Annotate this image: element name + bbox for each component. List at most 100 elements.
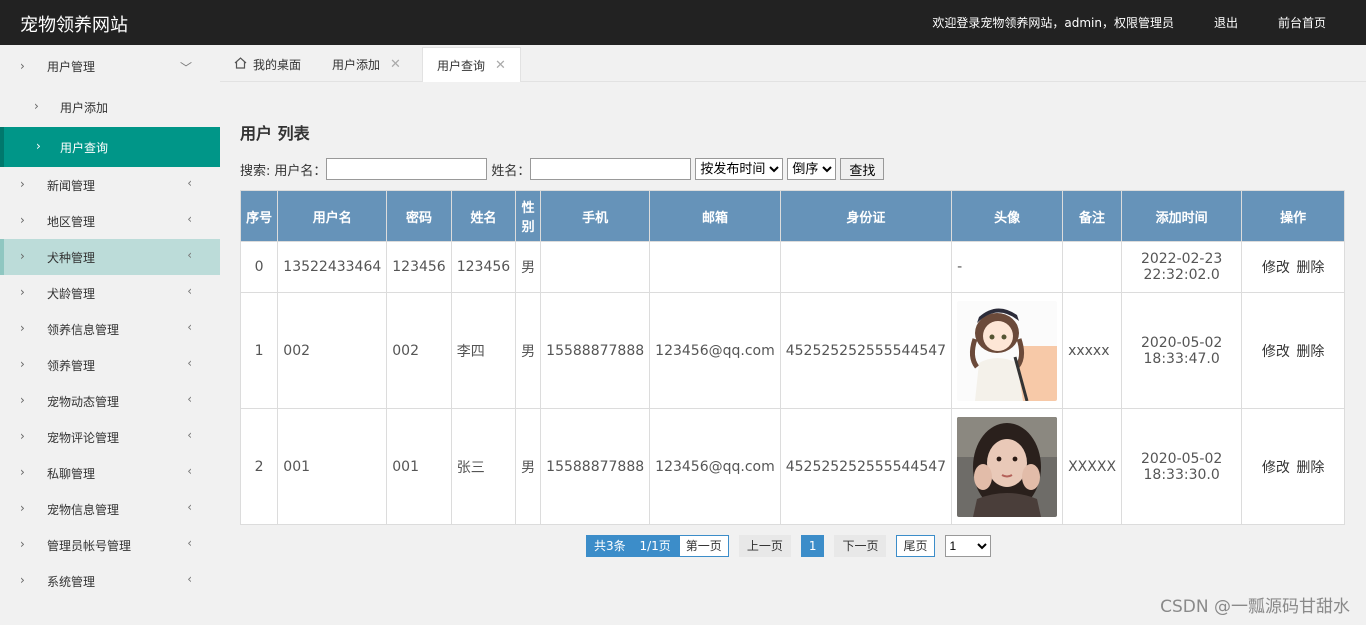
col-avatar: 头像: [951, 190, 1064, 242]
frontend-home-link[interactable]: 前台首页: [1278, 14, 1326, 31]
chevron-right-icon: ›: [20, 393, 25, 407]
current-page-button[interactable]: 1: [800, 535, 825, 557]
cell-email: [649, 241, 781, 293]
chevron-right-icon: ›: [20, 213, 25, 227]
sidebar-item-label: 管理员帐号管理: [47, 538, 132, 553]
cell-phone: 15588877888: [540, 292, 651, 409]
tab-user-add[interactable]: 用户添加 ✕: [332, 47, 401, 82]
cell-email: 123456@qq.com: [649, 292, 781, 409]
time-clock: 22:32:02.0: [1143, 267, 1220, 283]
sidebar-item-adoption[interactable]: › 领养管理 ‹: [0, 347, 220, 383]
delete-link[interactable]: 删除: [1296, 260, 1324, 276]
chevron-right-icon: ›: [20, 429, 25, 443]
sidebar-item-news[interactable]: › 新闻管理 ‹: [0, 167, 220, 203]
chevron-left-icon: ‹: [187, 212, 192, 226]
sidebar-item-label: 私聊管理: [47, 466, 96, 481]
find-button[interactable]: 查找: [840, 158, 885, 180]
sidebar-item-dog-age[interactable]: › 犬龄管理 ‹: [0, 275, 220, 311]
cell-actions: 修改 删除: [1241, 292, 1345, 409]
sidebar-item-label: 宠物信息管理: [47, 502, 120, 517]
cell-time: 2022-02-23 22:32:02.0: [1121, 241, 1243, 293]
cell-phone: [540, 241, 651, 293]
cell-index: 0: [239, 241, 279, 293]
chevron-right-icon: ›: [20, 177, 25, 191]
name-input[interactable]: [530, 158, 692, 180]
cell-username: 001: [277, 408, 388, 525]
site-logo: 宠物领养网站: [20, 15, 128, 36]
page-select[interactable]: 1: [944, 535, 991, 557]
cell-idcard: 452525252555544547: [779, 292, 953, 409]
time-clock: 18:33:47.0: [1143, 350, 1220, 367]
sidebar-item-user-query[interactable]: › 用户查询: [0, 127, 220, 167]
sidebar-item-admin-account[interactable]: › 管理员帐号管理 ‹: [0, 527, 220, 563]
avatar-image: [957, 300, 1058, 401]
sidebar-item-label: 领养管理: [47, 358, 96, 373]
first-page-button[interactable]: 第一页: [678, 535, 729, 557]
sort-field-select[interactable]: 按发布时间: [695, 158, 784, 180]
sidebar-item-user-add[interactable]: › 用户添加: [0, 87, 220, 127]
pager-total: 共3条 1/1页: [586, 535, 679, 557]
time-date: 2020-05-02: [1140, 334, 1223, 351]
edit-link[interactable]: 修改: [1262, 260, 1290, 276]
table-row: 0 13522433464 123456 123456 男 - 2022-02-…: [239, 241, 1345, 293]
cell-username: 002: [277, 292, 388, 409]
sidebar-item-label: 宠物动态管理: [47, 394, 120, 409]
edit-link[interactable]: 修改: [1262, 344, 1290, 360]
table-row: 2 001 001 张三 男 15588877888 123456@qq.com…: [239, 408, 1345, 525]
last-page-button[interactable]: 尾页: [896, 535, 935, 557]
cell-name: 123456: [450, 241, 517, 293]
cell-index: 1: [239, 292, 279, 409]
edit-link[interactable]: 修改: [1262, 460, 1290, 476]
sidebar-item-pet-dynamics[interactable]: › 宠物动态管理 ‹: [0, 383, 220, 419]
sidebar-item-adoption-info[interactable]: › 领养信息管理 ‹: [0, 311, 220, 347]
time-date: 2020-05-02: [1140, 450, 1223, 467]
cell-gender: 男: [515, 241, 542, 293]
next-page-button[interactable]: 下一页: [834, 535, 887, 557]
cell-remark: XXXXX: [1062, 408, 1123, 525]
chevron-left-icon: ‹: [187, 572, 192, 586]
delete-link[interactable]: 删除: [1296, 460, 1324, 476]
sidebar-item-user-management[interactable]: › 用户管理 ﹀: [0, 45, 220, 87]
logout-link[interactable]: 退出: [1214, 14, 1238, 31]
chevron-right-icon: ›: [34, 99, 39, 113]
cell-avatar: -: [951, 241, 1064, 293]
sort-order-select[interactable]: 倒序: [787, 158, 837, 180]
table-header-row: 序号 用户名 密码 姓名 性别 手机 邮箱 身份证 头像 备注 添加时间 操作: [239, 190, 1345, 242]
close-icon[interactable]: ✕: [390, 57, 401, 72]
avatar-image: [957, 416, 1058, 517]
delete-link[interactable]: 删除: [1296, 344, 1324, 360]
cell-remark: xxxxx: [1062, 292, 1123, 409]
sidebar: › 用户管理 ﹀ › 用户添加 › 用户查询 › 新闻管理 ‹ › 地区管理 ‹…: [0, 45, 220, 625]
chevron-right-icon: ›: [20, 501, 25, 515]
col-time: 添加时间: [1121, 190, 1243, 242]
chevron-right-icon: ›: [20, 285, 25, 299]
col-index: 序号: [239, 190, 279, 242]
close-icon[interactable]: ✕: [495, 58, 506, 73]
tab-my-desktop[interactable]: 我的桌面: [234, 47, 301, 82]
col-name: 姓名: [450, 190, 517, 242]
user-table: 序号 用户名 密码 姓名 性别 手机 邮箱 身份证 头像 备注 添加时间 操作 …: [239, 190, 1345, 525]
sidebar-item-label: 领养信息管理: [47, 322, 120, 337]
time-date: 2022-02-23: [1140, 251, 1223, 267]
sidebar-item-pet-info[interactable]: › 宠物信息管理 ‹: [0, 491, 220, 527]
sidebar-item-private-chat[interactable]: › 私聊管理 ‹: [0, 455, 220, 491]
welcome-text: 欢迎登录宠物领养网站，admin，权限管理员: [932, 16, 1174, 30]
chevron-left-icon: ‹: [187, 176, 192, 190]
pager-page-count: 1/1页: [639, 539, 671, 553]
sidebar-item-region[interactable]: › 地区管理 ‹: [0, 203, 220, 239]
cell-password: 002: [386, 292, 452, 409]
username-input[interactable]: [326, 158, 488, 180]
sidebar-item-label: 用户查询: [60, 140, 109, 155]
tab-user-query[interactable]: 用户查询 ✕: [422, 47, 521, 82]
cell-username: 13522433464: [277, 241, 388, 293]
sidebar-item-label: 宠物评论管理: [47, 430, 120, 445]
sidebar-item-label: 新闻管理: [47, 178, 96, 193]
sidebar-item-system[interactable]: › 系统管理 ‹: [0, 563, 220, 599]
tab-label: 我的桌面: [253, 58, 302, 72]
col-actions: 操作: [1241, 190, 1345, 242]
cell-password: 001: [386, 408, 452, 525]
cell-time: 2020-05-02 18:33:30.0: [1121, 408, 1243, 525]
prev-page-button[interactable]: 上一页: [738, 535, 791, 557]
sidebar-item-breed[interactable]: › 犬种管理 ‹: [0, 239, 220, 275]
sidebar-item-pet-comments[interactable]: › 宠物评论管理 ‹: [0, 419, 220, 455]
